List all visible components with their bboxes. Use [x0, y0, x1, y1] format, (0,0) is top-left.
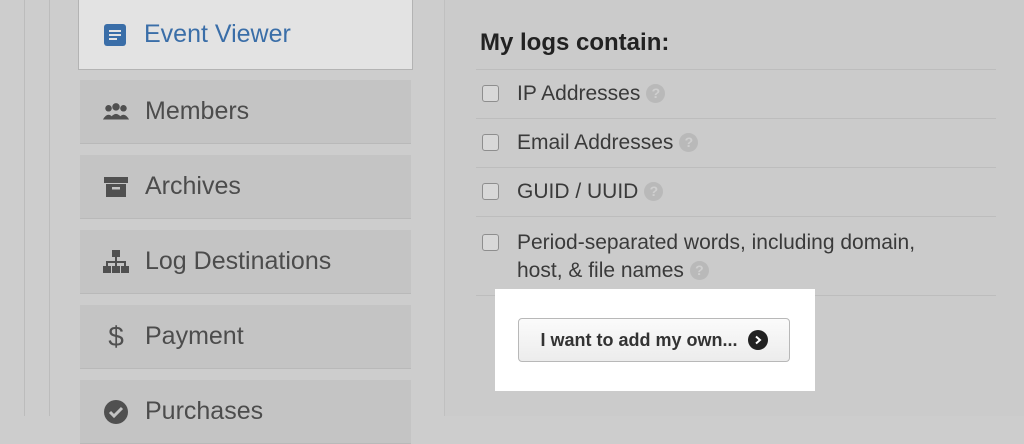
divider	[476, 216, 996, 217]
sidebar-item-event-viewer[interactable]: Event Viewer	[78, 0, 413, 70]
check-circle-icon	[102, 398, 130, 426]
archive-box-icon	[102, 173, 130, 201]
list-doc-icon	[101, 21, 129, 49]
users-icon	[102, 98, 130, 126]
sidebar-item-label: Members	[145, 97, 250, 125]
section-heading: My logs contain:	[480, 29, 670, 56]
sidebar-item-label: Log Destinations	[145, 247, 332, 275]
divider	[476, 69, 996, 70]
email-addresses-checkbox[interactable]	[482, 134, 499, 151]
left-gutter-line	[24, 0, 25, 416]
option-label: Period-separated words, including domain…	[517, 231, 916, 254]
dollar-icon: $	[108, 320, 124, 352]
option-ip-addresses: IP Addresses?	[482, 80, 666, 108]
add-own-pattern-button[interactable]: I want to add my own...	[518, 318, 790, 362]
option-guid-uuid: GUID / UUID?	[482, 178, 664, 206]
sidebar-item-label: Payment	[145, 322, 244, 350]
option-label: IP Addresses	[517, 82, 641, 105]
help-icon[interactable]: ?	[646, 84, 666, 103]
ip-addresses-checkbox[interactable]	[482, 85, 499, 102]
sitemap-icon	[102, 248, 130, 276]
option-period-separated-words: Period-separated words, including domain…	[482, 229, 915, 285]
option-label: host, & file names	[517, 259, 684, 282]
option-label: Email Addresses	[517, 131, 674, 154]
chevron-right-icon	[747, 330, 768, 350]
divider	[476, 167, 996, 168]
left-gutter-line	[49, 0, 50, 416]
guid-uuid-checkbox[interactable]	[482, 183, 499, 200]
option-email-addresses: Email Addresses?	[482, 129, 699, 157]
sidebar-item-payment[interactable]: $ Payment	[80, 305, 411, 369]
sidebar-item-archives[interactable]: Archives	[80, 155, 411, 219]
divider	[476, 118, 996, 119]
sidebar-nav: Event Viewer Members Archives Log Destin…	[78, 0, 413, 444]
sidebar-item-members[interactable]: Members	[80, 80, 411, 144]
sidebar-item-purchases[interactable]: Purchases	[80, 380, 411, 444]
sidebar-item-label: Purchases	[145, 397, 264, 425]
sidebar-item-label: Archives	[145, 172, 241, 200]
help-icon[interactable]: ?	[679, 133, 699, 152]
help-icon[interactable]: ?	[644, 182, 664, 201]
sidebar-item-log-destinations[interactable]: Log Destinations	[80, 230, 411, 294]
period-separated-words-checkbox[interactable]	[482, 234, 499, 251]
option-label: GUID / UUID	[517, 180, 639, 203]
sidebar-item-label: Event Viewer	[144, 20, 291, 48]
help-icon[interactable]: ?	[689, 261, 709, 280]
button-label: I want to add my own...	[540, 329, 738, 350]
panel-divider	[444, 0, 445, 416]
